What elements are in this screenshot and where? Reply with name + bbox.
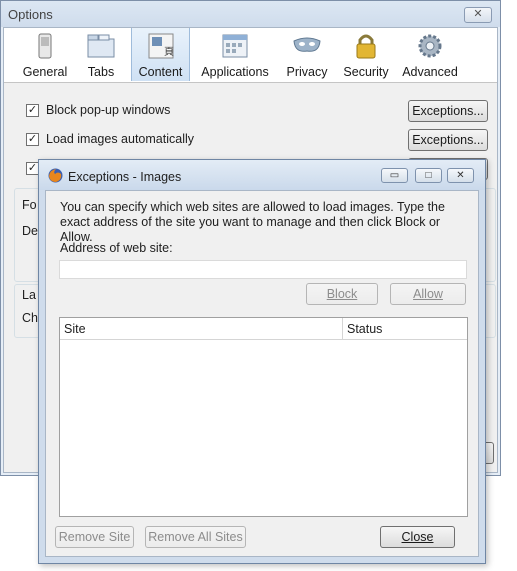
options-close-button[interactable]: ✕ — [464, 7, 492, 23]
load-images-label: Load images automatically — [46, 132, 194, 146]
privacy-mask-icon — [292, 31, 322, 61]
tab-privacy[interactable]: Privacy — [282, 28, 332, 81]
exceptions-title: Exceptions - Images — [68, 170, 182, 184]
tab-content[interactable]: 頁 Content — [131, 28, 190, 81]
svg-text:頁: 頁 — [164, 46, 174, 58]
exceptions-dialog: Exceptions - Images ▭ □ ✕ You can specif… — [38, 159, 486, 564]
tab-label: Content — [138, 65, 183, 79]
minimize-button[interactable]: ▭ — [381, 168, 408, 183]
address-input[interactable] — [59, 260, 467, 279]
close-button[interactable]: Close — [380, 526, 455, 548]
load-images-row[interactable]: ✓ Load images automatically — [26, 132, 246, 148]
maximize-icon: □ — [425, 170, 432, 181]
close-icon: ✕ — [473, 8, 483, 20]
tab-tabs[interactable]: Tabs — [76, 28, 126, 81]
content-page-icon: 頁 — [146, 31, 176, 61]
default-font-label: De — [22, 224, 38, 238]
switch-icon — [30, 31, 60, 61]
site-list-header: Site Status — [60, 318, 467, 340]
exceptions-client-area: You can specify which web sites are allo… — [45, 190, 479, 557]
exceptions-label: Exceptions... — [412, 104, 484, 118]
maximize-button[interactable]: □ — [415, 168, 442, 183]
advanced-gear-icon — [415, 31, 445, 61]
dialog-close-button[interactable]: ✕ — [447, 168, 474, 183]
tab-label: Privacy — [286, 65, 328, 79]
applications-window-icon — [220, 31, 250, 61]
allow-label: Allow — [413, 287, 443, 301]
firefox-icon — [48, 168, 63, 183]
languages-heading: La — [22, 288, 36, 302]
block-label: Block — [326, 287, 358, 301]
options-title: Options — [8, 7, 53, 22]
block-button[interactable]: Block — [306, 283, 378, 305]
security-padlock-icon — [351, 31, 381, 61]
options-toolbar: General Tabs 頁 Content Applications Priv… — [4, 28, 497, 83]
block-popups-checkbox[interactable]: ✓ — [26, 104, 39, 117]
tab-label: Applications — [201, 65, 269, 79]
tab-general[interactable]: General — [16, 28, 74, 81]
tab-applications[interactable]: Applications — [198, 28, 272, 81]
close-label: Close — [401, 530, 434, 544]
tab-security[interactable]: Security — [340, 28, 392, 81]
images-exceptions-button[interactable]: Exceptions... — [408, 129, 488, 151]
options-titlebar[interactable]: Options ✕ — [1, 1, 500, 27]
address-label: Address of web site: — [60, 241, 173, 255]
exceptions-label: Exceptions... — [412, 133, 484, 147]
tab-label: Security — [343, 65, 389, 79]
site-list[interactable]: Site Status — [59, 317, 468, 517]
site-column-header[interactable]: Site — [60, 318, 343, 339]
fonts-heading: Fo — [22, 198, 37, 212]
tab-label: Tabs — [87, 65, 115, 79]
site-column-label: Site — [64, 322, 86, 336]
tabs-folder-icon — [86, 31, 116, 61]
status-column-header[interactable]: Status — [343, 318, 467, 339]
exceptions-description: You can specify which web sites are allo… — [60, 200, 445, 244]
choose-language-label: Ch — [22, 311, 38, 325]
status-column-label: Status — [347, 322, 383, 336]
load-images-checkbox[interactable]: ✓ — [26, 133, 39, 146]
block-popups-label: Block pop-up windows — [46, 103, 171, 117]
remove-all-sites-button[interactable]: Remove All Sites — [145, 526, 246, 548]
popup-exceptions-button[interactable]: Exceptions... — [408, 100, 488, 122]
exceptions-titlebar[interactable]: Exceptions - Images ▭ □ ✕ — [39, 160, 485, 190]
block-popups-row[interactable]: ✓ Block pop-up windows — [26, 103, 226, 119]
minimize-icon: ▭ — [389, 170, 400, 181]
tab-label: General — [22, 65, 68, 79]
remove-site-button[interactable]: Remove Site — [55, 526, 134, 548]
tab-label: Advanced — [402, 65, 458, 79]
remove-all-sites-label: Remove All Sites — [148, 530, 243, 544]
close-icon: ✕ — [456, 170, 465, 181]
allow-button[interactable]: Allow — [390, 283, 466, 305]
remove-site-label: Remove Site — [58, 530, 131, 544]
tab-advanced[interactable]: Advanced — [400, 28, 460, 81]
